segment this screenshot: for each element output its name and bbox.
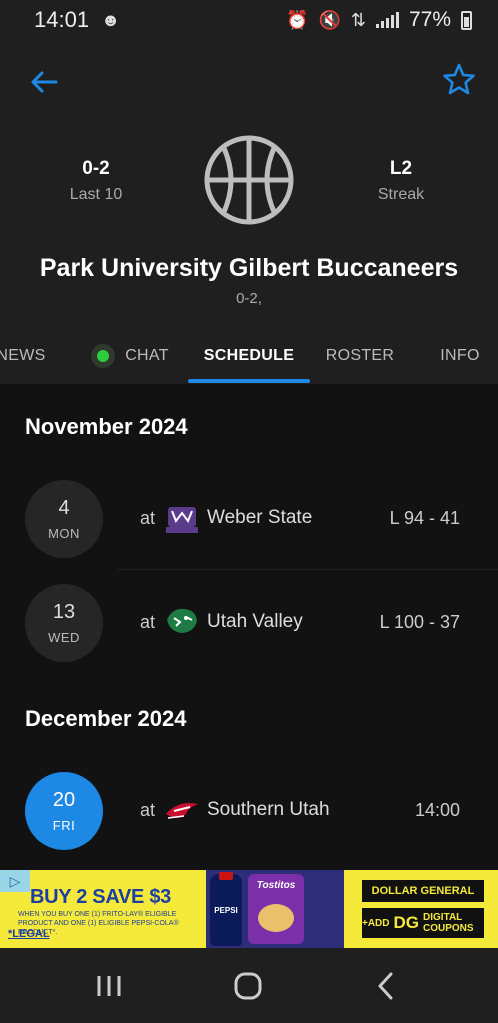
mute-icon: 🔇	[318, 9, 341, 30]
game-day: 4	[58, 497, 70, 519]
southern-utah-logo	[166, 803, 198, 819]
game-location-prefix: at	[140, 800, 156, 820]
game-day: 13	[52, 601, 76, 623]
back-button[interactable]	[26, 64, 62, 100]
coupon-cta-prefix: +ADD	[362, 917, 390, 929]
notification-icon: ☻	[101, 9, 121, 30]
favorite-button[interactable]	[442, 62, 476, 98]
game-result: L 100 - 37	[379, 612, 460, 632]
opponent-name: Utah Valley	[207, 611, 303, 632]
tab-info[interactable]: INFO	[424, 328, 496, 384]
game-date: 20 FRI	[25, 772, 103, 850]
streak-label: Streak	[377, 186, 425, 203]
game-row[interactable]: 4 MON at Weber State L 94 - 41	[0, 466, 498, 570]
last-10-stat: 0-2 Last 10	[26, 158, 166, 204]
game-row[interactable]: 13 WED at Utah Valley L 100 - 37	[0, 570, 498, 674]
schedule-list[interactable]: November 2024 4 MON at Weber State L 94 …	[0, 384, 498, 870]
team-name: Park University Gilbert Buccaneers	[39, 254, 459, 282]
coupon-cta-brand: DG	[393, 913, 420, 932]
star-outline-icon	[443, 63, 475, 95]
weber-state-logo	[166, 507, 198, 533]
active-tab-indicator	[188, 379, 310, 383]
store-name: DOLLAR GENERAL	[362, 880, 484, 902]
game-location-prefix: at	[140, 508, 156, 528]
battery-icon	[461, 10, 472, 30]
arrow-left-icon	[31, 71, 58, 93]
soda-bottle-image: PEPSI	[210, 872, 242, 946]
last-10-value: 0-2	[82, 158, 110, 179]
tab-bar: NEWS CHAT SCHEDULE ROSTER INFO	[0, 328, 498, 384]
game-date: 13 WED	[25, 584, 103, 662]
coupon-cta-suffix: DIGITAL COUPONS	[423, 912, 474, 934]
ad-banner[interactable]: ▷ BUY 2 SAVE $3 WHEN YOU BUY ONE (1) FRI…	[0, 870, 498, 948]
battery-percent: 77%	[408, 8, 451, 31]
online-dot-icon	[91, 344, 116, 368]
game-result: L 94 - 41	[389, 508, 460, 528]
game-weekday: WED	[48, 630, 80, 645]
data-icon: ⇅	[350, 9, 366, 30]
chip-bag-image: Tostitos	[248, 874, 304, 944]
team-header: 0-2 Last 10 L2 Streak Park University Gi…	[0, 40, 498, 384]
signal-icon	[375, 12, 399, 28]
month-header: November 2024	[25, 414, 188, 439]
system-navigation-bar	[0, 948, 498, 1023]
recents-icon	[97, 976, 121, 996]
game-weekday: FRI	[52, 818, 76, 833]
ad-choices-icon[interactable]: ▷	[0, 870, 30, 892]
game-day: 20	[52, 789, 76, 811]
basketball-icon	[204, 135, 294, 225]
tab-roster[interactable]: ROSTER	[318, 328, 402, 384]
tab-chat-label: CHAT	[125, 347, 169, 364]
bag-label: Tostitos	[256, 880, 296, 891]
recents-button[interactable]	[89, 970, 129, 1002]
bottle-label: PEPSI	[214, 906, 238, 915]
back-icon	[378, 972, 393, 1000]
home-button[interactable]	[228, 970, 268, 1002]
alarm-icon: ⏰	[286, 9, 309, 30]
streak-value: L2	[389, 158, 413, 179]
opponent-name: Weber State	[207, 507, 313, 528]
tab-news[interactable]: NEWS	[0, 328, 56, 384]
ad-offer-panel: ▷ BUY 2 SAVE $3 WHEN YOU BUY ONE (1) FRI…	[0, 870, 206, 948]
ad-legal-link[interactable]: *LEGAL	[8, 928, 50, 940]
utah-valley-logo	[167, 608, 197, 633]
nav-back-button[interactable]	[366, 970, 406, 1002]
home-icon	[234, 972, 262, 1000]
opponent-name: Southern Utah	[207, 799, 330, 820]
game-row[interactable]: 20 FRI at Southern Utah 14:00	[0, 758, 498, 862]
ad-headline: BUY 2 SAVE $3	[30, 886, 171, 908]
streak-stat: L2 Streak	[331, 158, 471, 204]
add-coupon-button[interactable]: +ADD DG DIGITAL COUPONS	[362, 908, 484, 938]
tab-schedule[interactable]: SCHEDULE	[188, 328, 310, 384]
month-header: December 2024	[25, 706, 187, 731]
game-weekday: MON	[48, 526, 80, 541]
game-date: 4 MON	[25, 480, 103, 558]
game-location-prefix: at	[140, 612, 156, 632]
team-record: 0-2,	[236, 290, 262, 307]
last-10-label: Last 10	[69, 186, 123, 203]
tab-chat[interactable]: CHAT	[80, 328, 180, 384]
status-bar: 14:01 ☻ ⏰ 🔇 ⇅ 77%	[0, 0, 498, 40]
game-time: 14:00	[414, 800, 460, 820]
status-time: 14:01	[34, 7, 90, 32]
